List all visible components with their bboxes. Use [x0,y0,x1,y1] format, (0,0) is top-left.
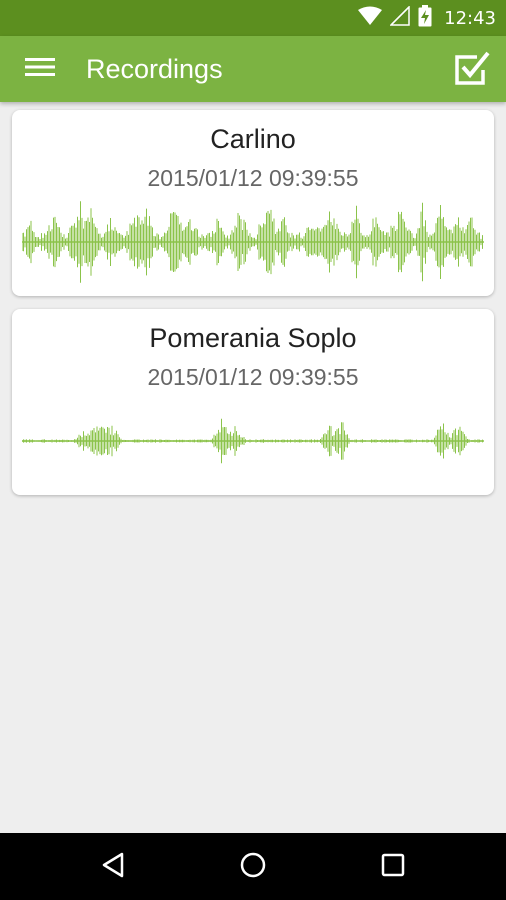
cell-signal-icon [389,4,410,31]
navigation-bar [0,833,506,900]
home-button[interactable] [236,850,270,884]
recording-title: Carlino [210,124,296,154]
recording-title: Pomerania Soplo [149,323,357,353]
recording-date: 2015/01/12 09:39:55 [147,165,359,191]
waveform-image [22,201,484,283]
select-button[interactable] [452,51,492,91]
recents-button[interactable] [376,850,410,884]
recording-card-pomerania-soplo[interactable]: Pomerania Soplo 2015/01/12 09:39:55 [12,309,494,495]
status-time: 12:43 [444,7,496,29]
hamburger-menu-icon [25,56,55,83]
waveform-image [22,418,484,464]
home-circle-icon [239,851,267,884]
menu-button[interactable] [20,53,60,85]
app-bar: Recordings [0,36,506,102]
back-button[interactable] [96,850,130,884]
wifi-icon [358,6,383,31]
checkbox-checked-icon [453,50,491,93]
status-bar: 12:43 [0,0,506,36]
back-triangle-icon [101,852,125,883]
page-title: Recordings [86,54,223,84]
battery-charging-icon [418,4,432,32]
status-icons: 12:43 [358,0,496,36]
recents-square-icon [380,852,406,883]
recording-date: 2015/01/12 09:39:55 [147,364,359,390]
recording-card-carlino[interactable]: Carlino 2015/01/12 09:39:55 [12,110,494,296]
